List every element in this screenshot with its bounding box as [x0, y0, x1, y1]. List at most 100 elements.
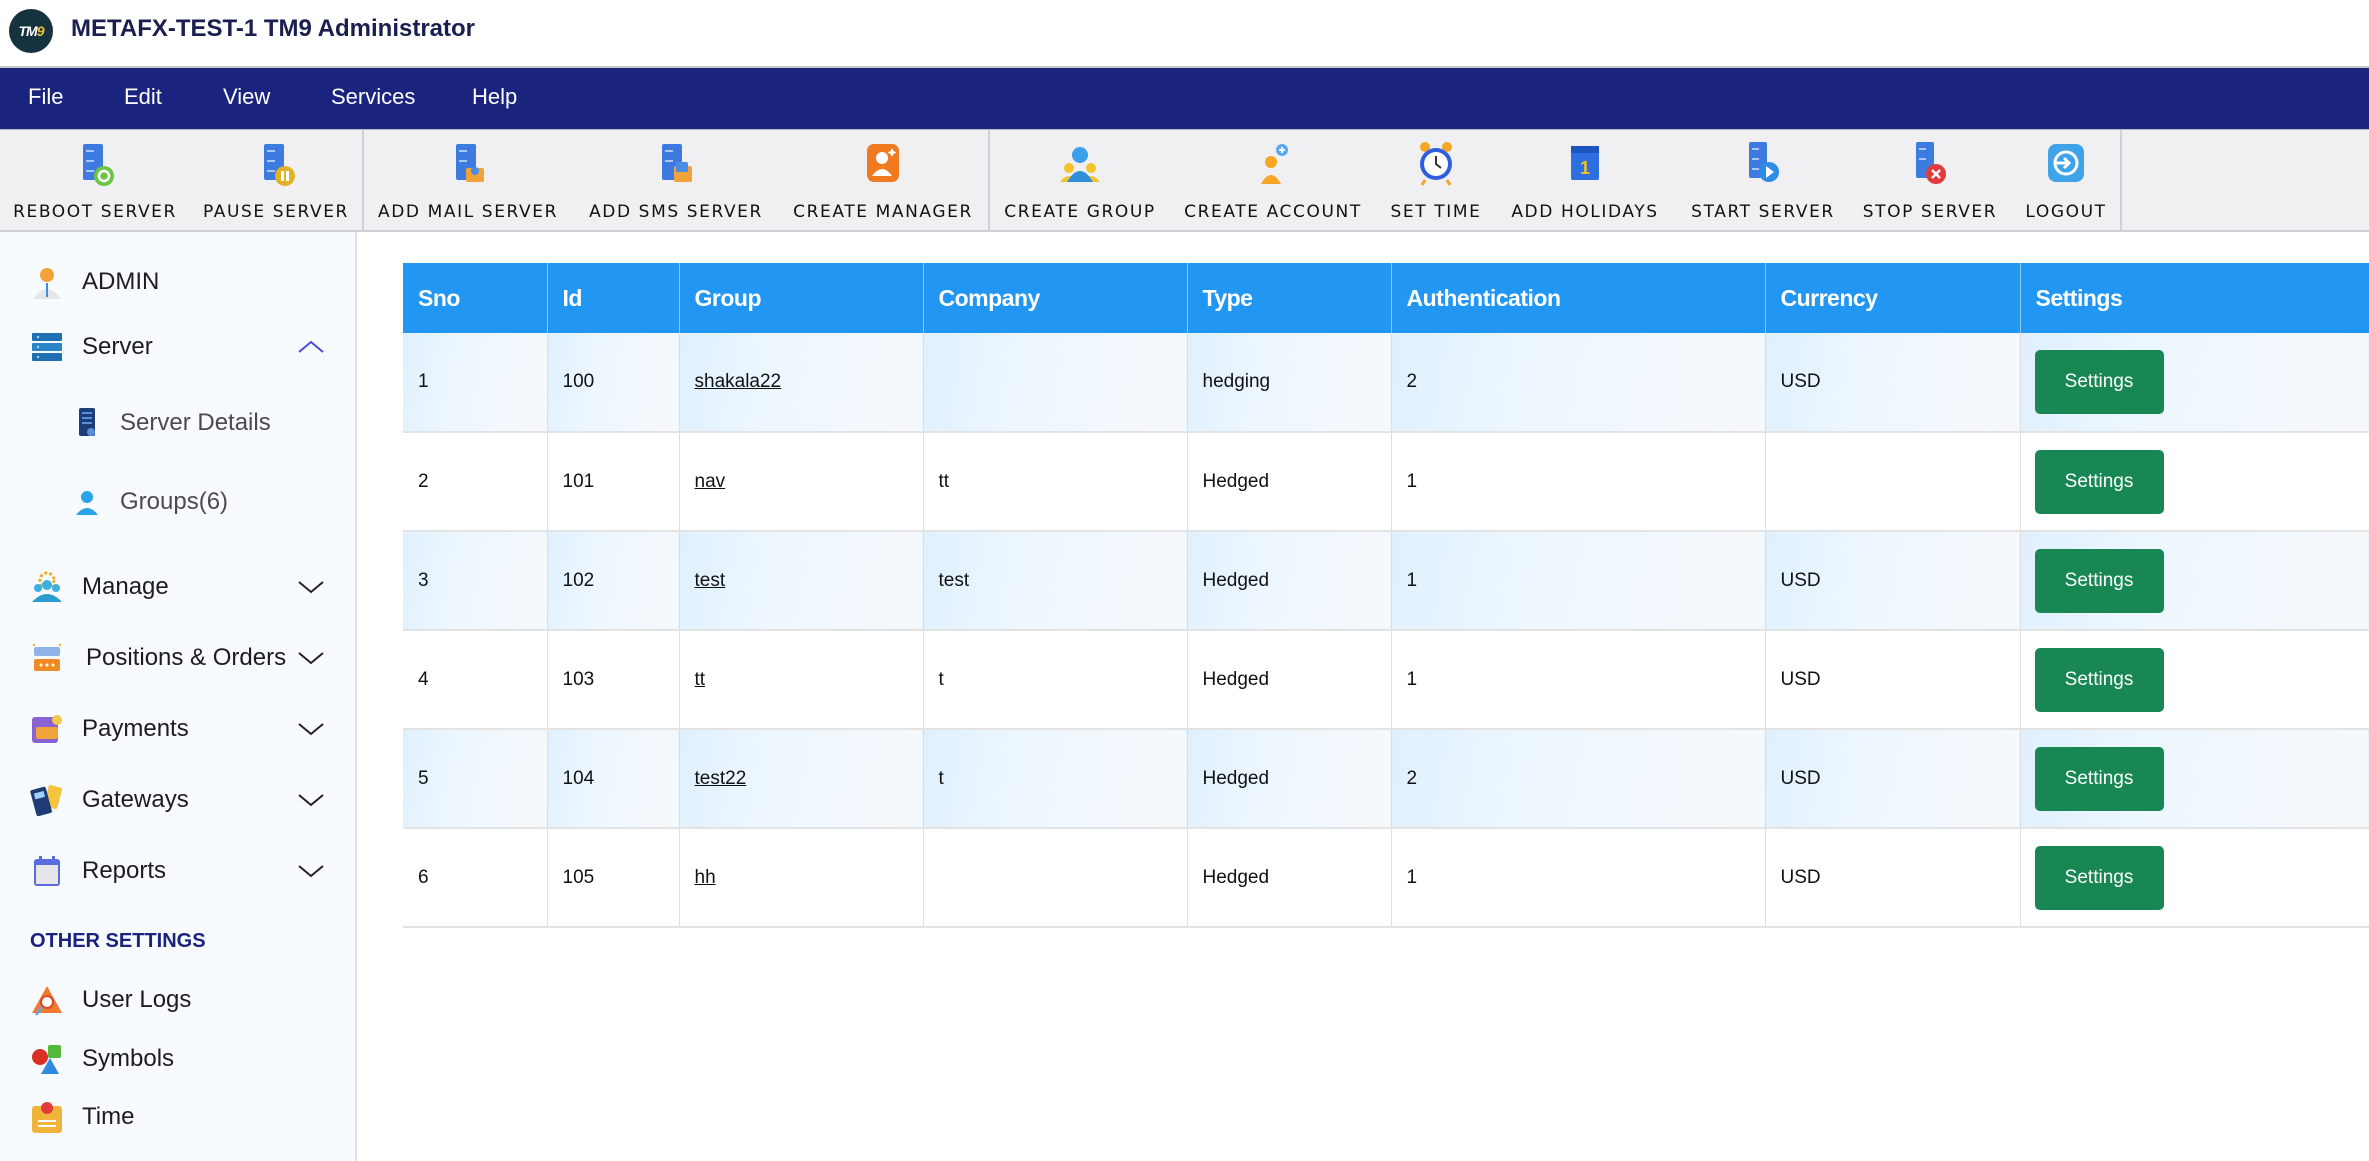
cell-sno: 1 — [403, 333, 548, 433]
menu-file[interactable]: File — [28, 84, 63, 110]
settings-button[interactable]: Settings — [2034, 845, 2164, 910]
settings-button[interactable]: Settings — [2034, 350, 2164, 414]
cell-settings: Settings — [2020, 333, 2369, 433]
chevron-down-icon[interactable] — [296, 861, 326, 881]
settings-button[interactable]: Settings — [2034, 548, 2164, 613]
reports-calendar-icon — [30, 854, 64, 888]
chevron-down-icon[interactable] — [296, 577, 326, 597]
sidebar-item-symbols[interactable]: Symbols — [0, 1034, 355, 1084]
alarm-clock-icon — [1412, 138, 1460, 188]
table-row[interactable]: 4 103 tt t Hedged 1 USD Settings — [403, 630, 2369, 730]
menu-edit[interactable]: Edit — [124, 84, 162, 110]
chevron-up-icon[interactable] — [296, 337, 326, 357]
cell-company: t — [923, 729, 1188, 829]
sidebar-item-gateways[interactable]: Gateways — [0, 775, 355, 825]
cell-settings: Settings — [2020, 630, 2369, 730]
cell-authentication: 2 — [1391, 333, 1766, 433]
cell-currency: USD — [1765, 630, 2021, 730]
table-header-row: Sno Id Group Company Type Authentication… — [403, 263, 2369, 333]
cell-authentication: 2 — [1391, 729, 1766, 829]
table-row[interactable]: 5 104 test22 t Hedged 2 USD Settings — [403, 729, 2369, 829]
settings-button[interactable]: Settings — [2034, 449, 2164, 514]
menu-view[interactable]: View — [223, 84, 270, 110]
sidebar-item-user-logs[interactable]: User Logs — [0, 975, 355, 1025]
cell-currency — [1765, 432, 2021, 532]
menu-help[interactable]: Help — [472, 84, 517, 110]
column-header-id[interactable]: Id — [547, 263, 680, 333]
table-row[interactable]: 3 102 test test Hedged 1 USD Settings — [403, 531, 2369, 631]
group-link[interactable]: test22 — [695, 768, 747, 789]
cell-type: Hedged — [1187, 828, 1392, 928]
reboot-server-button[interactable]: REBOOT SERVER — [10, 130, 180, 231]
sidebar-item-manage[interactable]: Manage — [0, 562, 355, 612]
sidebar-item-label: Manage — [82, 573, 169, 600]
set-time-button[interactable]: SET TIME — [1380, 130, 1492, 231]
toolbar: REBOOT SERVER PAUSE SERVER ADD MAIL SERV… — [0, 129, 2369, 232]
tool-label: ADD MAIL SERVER — [378, 202, 558, 222]
tool-label: PAUSE SERVER — [203, 202, 349, 222]
add-mail-server-icon — [444, 138, 492, 188]
group-link[interactable]: nav — [695, 471, 726, 492]
tool-label: STOP SERVER — [1862, 202, 1998, 222]
group-link[interactable]: tt — [695, 669, 706, 690]
column-header-type[interactable]: Type — [1187, 263, 1392, 333]
cell-id: 104 — [547, 729, 680, 829]
add-mail-server-button[interactable]: ADD MAIL SERVER — [372, 130, 564, 231]
sidebar-item-server-details[interactable]: Server Details — [0, 398, 355, 448]
stop-server-button[interactable]: STOP SERVER — [1856, 130, 2004, 231]
groups-table-container: Sno Id Group Company Type Authentication… — [403, 263, 2369, 928]
sidebar-item-time[interactable]: Time — [0, 1092, 355, 1142]
create-manager-button[interactable]: CREATE MANAGER — [788, 130, 978, 231]
cell-id: 101 — [547, 432, 680, 532]
chevron-down-icon[interactable] — [296, 719, 326, 739]
create-account-button[interactable]: CREATE ACCOUNT — [1178, 130, 1368, 231]
cell-sno: 4 — [403, 630, 548, 730]
settings-button[interactable]: Settings — [2034, 746, 2164, 811]
group-link[interactable]: hh — [695, 867, 716, 888]
sidebar-item-payments[interactable]: Payments — [0, 704, 355, 754]
sidebar-item-server[interactable]: Server — [0, 322, 355, 372]
user-logs-icon — [30, 983, 64, 1017]
sidebar-item-groups[interactable]: Groups(6) — [0, 477, 355, 527]
create-group-button[interactable]: CREATE GROUP — [996, 130, 1164, 231]
time-badge-icon — [30, 1100, 64, 1134]
sidebar-item-admin[interactable]: ADMIN — [0, 257, 355, 307]
tool-label: ADD HOLIDAYS — [1511, 202, 1659, 222]
group-link[interactable]: shakala22 — [695, 371, 782, 392]
table-row[interactable]: 1 100 shakala22 hedging 2 USD Settings — [403, 333, 2369, 433]
column-header-group[interactable]: Group — [679, 263, 924, 333]
sidebar-item-positions-orders[interactable]: Positions & Orders — [0, 633, 355, 683]
menu-services[interactable]: Services — [331, 84, 415, 110]
pause-server-button[interactable]: PAUSE SERVER — [196, 130, 356, 231]
svg-text:1: 1 — [1580, 158, 1590, 178]
positions-orders-icon — [30, 641, 64, 675]
sidebar-item-reports[interactable]: Reports — [0, 846, 355, 896]
sidebar-item-label: ADMIN — [82, 268, 160, 295]
cell-authentication: 1 — [1391, 531, 1766, 631]
chevron-down-icon[interactable] — [296, 648, 326, 668]
sidebar-item-label: Positions & Orders — [86, 644, 287, 671]
column-header-currency[interactable]: Currency — [1765, 263, 2021, 333]
add-sms-server-button[interactable]: ADD SMS SERVER — [582, 130, 770, 231]
chevron-down-icon[interactable] — [296, 790, 326, 810]
cell-settings: Settings — [2020, 432, 2369, 532]
table-row[interactable]: 2 101 nav tt Hedged 1 Settings — [403, 432, 2369, 532]
logout-button[interactable]: LOGOUT — [2016, 130, 2116, 231]
sidebar-item-label: Groups(6) — [120, 488, 229, 515]
tool-label: SET TIME — [1390, 202, 1482, 222]
calendar-icon: 1 — [1561, 138, 1609, 188]
group-link[interactable]: test — [695, 570, 726, 591]
column-header-authentication[interactable]: Authentication — [1391, 263, 1766, 333]
column-header-company[interactable]: Company — [923, 263, 1188, 333]
cell-type: Hedged — [1187, 729, 1392, 829]
column-header-sno[interactable]: Sno — [403, 263, 548, 333]
tool-label: LOGOUT — [2025, 202, 2107, 222]
sidebar-item-label: Symbols — [82, 1045, 175, 1072]
cell-currency: USD — [1765, 828, 2021, 928]
start-server-button[interactable]: START SERVER — [1684, 130, 1842, 231]
settings-button[interactable]: Settings — [2034, 647, 2164, 712]
cell-settings: Settings — [2020, 531, 2369, 631]
table-row[interactable]: 6 105 hh Hedged 1 USD Settings — [403, 828, 2369, 928]
add-holidays-button[interactable]: 1 ADD HOLIDAYS — [1505, 130, 1665, 231]
tm9-logo: TM9 — [9, 9, 53, 53]
